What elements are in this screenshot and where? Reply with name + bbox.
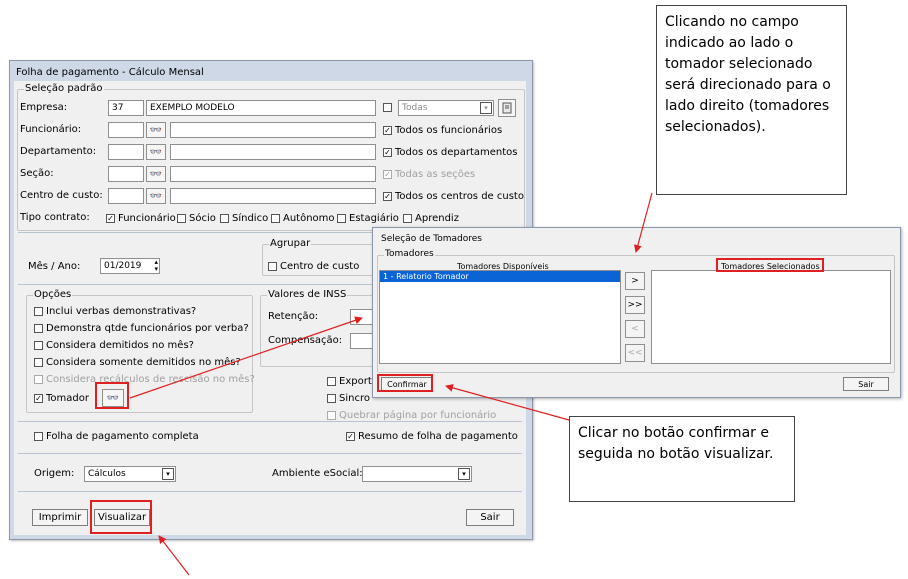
annotation-arrows	[129, 192, 653, 576]
arrow-to-selecionados	[633, 192, 653, 253]
arrow-to-confirmar	[445, 384, 570, 421]
arrow-to-retencao	[129, 316, 363, 399]
arrow-to-visualizar	[158, 535, 190, 576]
